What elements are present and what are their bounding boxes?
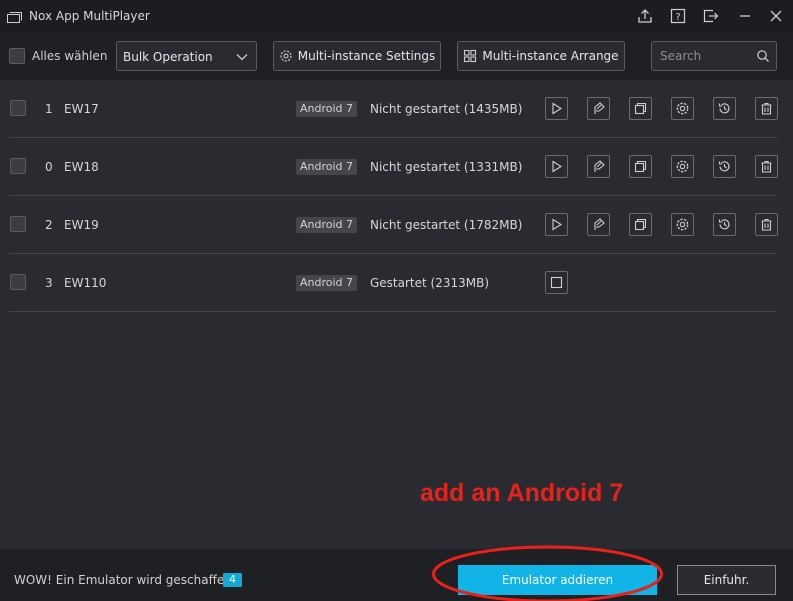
multi-instance-arrange-button[interactable]: Multi-instance Arrange (457, 41, 625, 71)
instance-name: EW19 (64, 218, 99, 232)
trash-icon (761, 160, 772, 173)
backup-button[interactable] (713, 213, 736, 236)
shortcut-icon (594, 102, 605, 114)
copy-icon (634, 218, 647, 231)
instance-index: 1 (45, 102, 53, 116)
multi-instance-settings-button[interactable]: Multi-instance Settings (273, 41, 441, 71)
instance-row: 3 EW110 Android 7 Gestartet (2313MB) (9, 254, 777, 312)
copy-button[interactable] (629, 97, 652, 120)
stop-icon (550, 276, 563, 289)
instance-checkbox[interactable] (10, 216, 26, 232)
select-all-checkbox[interactable] (9, 48, 25, 64)
shortcut-icon (594, 218, 605, 230)
shortcut-button[interactable] (587, 97, 610, 120)
android-version-badge: Android 7 (296, 275, 358, 291)
stop-button[interactable] (545, 271, 568, 294)
multiplayer-icon (7, 12, 22, 23)
trash-icon (761, 102, 772, 115)
instance-name: EW17 (64, 102, 99, 116)
gear-icon (676, 218, 689, 231)
bulk-operation-dropdown[interactable]: Bulk Operation (116, 41, 257, 71)
trash-icon (761, 218, 772, 231)
chevron-down-icon (236, 54, 248, 61)
search-icon[interactable] (756, 49, 770, 63)
shortcut-icon (594, 160, 605, 172)
delete-button[interactable] (755, 155, 778, 178)
svg-text:?: ? (675, 12, 680, 23)
gear-icon (676, 102, 689, 115)
shortcut-button[interactable] (587, 213, 610, 236)
instance-row: 0 EW18 Android 7 Nicht gestartet (1331MB… (9, 138, 778, 196)
delete-button[interactable] (755, 213, 778, 236)
instance-index: 3 (45, 276, 53, 290)
footer: WOW! Ein Emulator wird geschaffen: 4 Emu… (0, 549, 793, 601)
share-icon[interactable] (636, 7, 654, 25)
footer-message: WOW! Ein Emulator wird geschaffen: (14, 573, 236, 587)
android-version-badge: Android 7 (296, 101, 358, 117)
android-version-badge: Android 7 (296, 159, 358, 175)
instance-checkbox[interactable] (10, 158, 26, 174)
title-bar: Nox App MultiPlayer ? (0, 0, 793, 33)
instance-checkbox[interactable] (10, 100, 26, 116)
instance-status: Nicht gestartet (1782MB) (370, 218, 523, 232)
instance-status: Nicht gestartet (1331MB) (370, 160, 523, 174)
arrange-button-label: Multi-instance Arrange (482, 49, 619, 63)
instance-row: 2 EW19 Android 7 Nicht gestartet (1782MB… (9, 196, 778, 254)
window-title: Nox App MultiPlayer (29, 9, 150, 23)
history-icon (718, 161, 730, 172)
help-icon[interactable]: ? (669, 7, 687, 25)
instance-row: 1 EW17 Android 7 Nicht gestartet (1435MB… (9, 80, 778, 138)
android-version-badge: Android 7 (296, 217, 358, 233)
play-icon (552, 218, 563, 231)
copy-button[interactable] (629, 155, 652, 178)
bulk-operation-value: Bulk Operation (123, 50, 213, 64)
instance-name: EW110 (64, 276, 107, 290)
copy-icon (634, 160, 647, 173)
instance-checkbox[interactable] (10, 274, 26, 290)
delete-button[interactable] (755, 97, 778, 120)
select-all-label: Alles wählen (32, 49, 108, 63)
gear-icon (280, 50, 292, 62)
annotation-text: add an Android 7 (420, 479, 624, 507)
gear-icon (676, 160, 689, 173)
grid-icon (464, 49, 477, 63)
copy-icon (634, 102, 647, 115)
start-button[interactable] (545, 155, 568, 178)
instance-index: 2 (45, 218, 53, 232)
backup-button[interactable] (713, 155, 736, 178)
play-icon (552, 160, 563, 173)
shortcut-button[interactable] (587, 155, 610, 178)
history-icon (718, 219, 730, 230)
instance-status: Nicht gestartet (1435MB) (370, 102, 523, 116)
start-button[interactable] (545, 213, 568, 236)
instance-status: Gestartet (2313MB) (370, 276, 490, 290)
instance-name: EW18 (64, 160, 99, 174)
search-box (651, 41, 777, 71)
exit-icon[interactable] (702, 7, 720, 25)
settings-button[interactable] (671, 213, 694, 236)
toolbar: Alles wählen Bulk Operation Multi-instan… (0, 33, 793, 80)
emulator-count-badge: 4 (223, 573, 242, 587)
backup-button[interactable] (713, 97, 736, 120)
start-button[interactable] (545, 97, 568, 120)
add-emulator-button[interactable]: Emulator addieren (458, 565, 657, 595)
search-input[interactable] (660, 48, 750, 64)
copy-button[interactable] (629, 213, 652, 236)
settings-button[interactable] (671, 97, 694, 120)
close-icon[interactable] (767, 7, 785, 25)
minimize-icon[interactable] (736, 7, 754, 25)
play-icon (552, 102, 563, 115)
settings-button-label: Multi-instance Settings (297, 49, 436, 63)
history-icon (718, 103, 730, 114)
instance-index: 0 (45, 160, 53, 174)
import-button[interactable]: Einfuhr. (677, 565, 776, 595)
settings-button[interactable] (671, 155, 694, 178)
